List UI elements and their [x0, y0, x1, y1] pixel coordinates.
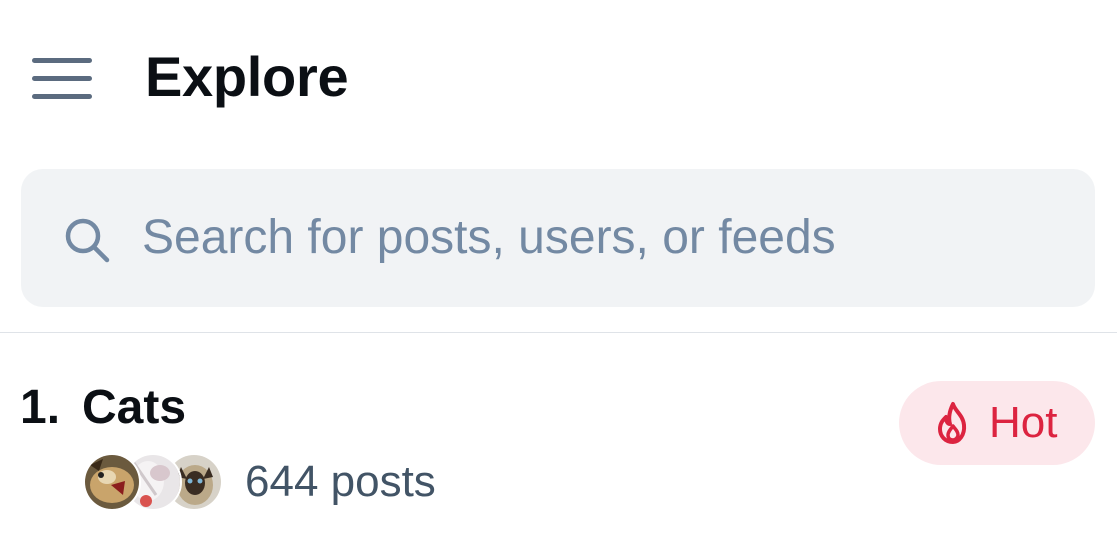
page-title: Explore: [145, 45, 349, 108]
header: Explore: [0, 0, 1117, 150]
trending-post-count: 644 posts: [245, 457, 436, 506]
search-icon: [65, 218, 110, 263]
avatar-stack: [83, 453, 223, 511]
trending-topic-name: Cats: [82, 381, 187, 434]
trending-item[interactable]: 1. Cats 644 posts Hot: [0, 333, 1117, 549]
menu-button[interactable]: [24, 48, 100, 108]
trending-rank: 1.: [20, 381, 61, 434]
fire-icon: [938, 402, 967, 444]
search-input[interactable]: Search for posts, users, or feeds: [21, 169, 1095, 307]
avatar: [83, 453, 141, 511]
hot-badge-label: Hot: [989, 398, 1058, 447]
search-placeholder: Search for posts, users, or feeds: [142, 211, 836, 264]
hot-badge[interactable]: Hot: [899, 381, 1095, 465]
